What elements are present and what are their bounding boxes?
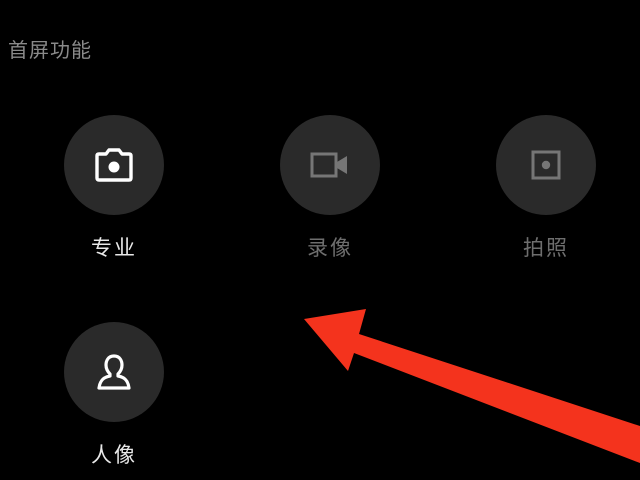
section-title: 首屏功能 (8, 38, 92, 62)
mode-label-portrait: 人像 (91, 443, 137, 467)
photo-frame-icon (531, 150, 561, 180)
mode-label-photo: 拍照 (523, 236, 569, 260)
video-icon (310, 152, 347, 178)
camera-icon (95, 148, 133, 182)
mode-item-portrait[interactable]: 人像 (64, 322, 164, 469)
mode-item-video[interactable]: 录像 (280, 115, 380, 262)
mode-item-pro[interactable]: 专业 (64, 115, 164, 262)
person-icon (97, 354, 131, 390)
mode-label-video: 录像 (307, 236, 353, 260)
mode-item-photo[interactable]: 拍照 (496, 115, 596, 262)
mode-label-pro: 专业 (91, 236, 137, 260)
mode-button-photo[interactable] (496, 115, 596, 215)
mode-button-pro[interactable] (64, 115, 164, 215)
mode-button-portrait[interactable] (64, 322, 164, 422)
mode-button-video[interactable] (280, 115, 380, 215)
